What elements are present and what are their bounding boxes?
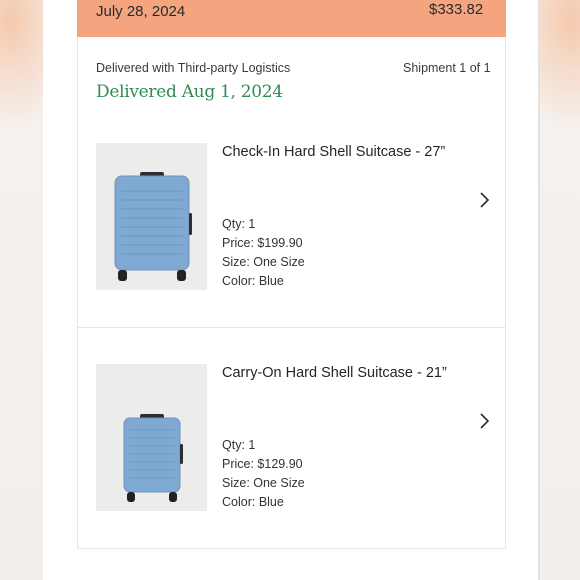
item-color: Color: Blue: [222, 495, 284, 509]
product-image[interactable]: [96, 364, 207, 511]
item-price: Price: $129.90: [222, 457, 303, 471]
product-title[interactable]: Check-In Hard Shell Suitcase - 27”: [222, 144, 445, 160]
item-price: Price: $199.90: [222, 236, 303, 250]
order-total: $333.82: [429, 1, 484, 18]
product-title[interactable]: Carry-On Hard Shell Suitcase - 21”: [222, 365, 447, 381]
item-quantity: Qty: 1: [222, 217, 256, 231]
item-size: Size: One Size: [222, 476, 305, 490]
suitcase-icon: [123, 414, 183, 502]
item-quantity: Qty: 1: [222, 438, 256, 452]
item-color: Color: Blue: [222, 274, 284, 288]
item-size: Size: One Size: [222, 255, 305, 269]
order-date: July 28, 2024: [96, 3, 186, 20]
chevron-right-icon[interactable]: [476, 190, 492, 210]
screen-edge: [538, 0, 540, 580]
delivery-status: Delivered Aug 1, 2024: [96, 82, 283, 102]
product-image[interactable]: [96, 143, 207, 290]
chevron-right-icon[interactable]: [476, 411, 492, 431]
shipment-count: Shipment 1 of 1: [403, 61, 491, 75]
suitcase-icon: [114, 172, 192, 281]
item-divider: [77, 327, 506, 328]
delivery-method: Delivered with Third-party Logistics: [96, 61, 291, 75]
